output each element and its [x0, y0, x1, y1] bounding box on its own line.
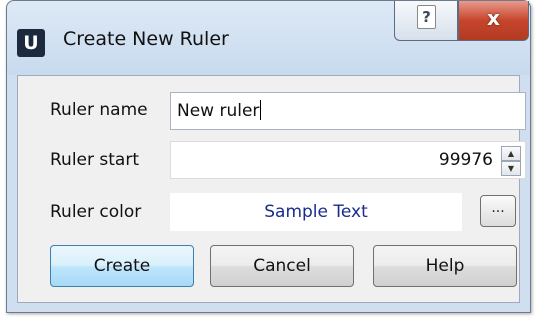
dialog-title: Create New Ruler [63, 28, 229, 50]
cancel-button[interactable]: Cancel [210, 245, 354, 287]
ruler-name-input[interactable]: New ruler [170, 92, 526, 130]
choose-color-button[interactable]: ... [480, 195, 516, 227]
ruler-color-label: Ruler color [50, 202, 142, 222]
ruler-name-value: New ruler [177, 101, 260, 121]
ruler-start-label: Ruler start [50, 150, 139, 170]
spin-up-icon[interactable]: ▲ [501, 146, 521, 161]
text-caret [260, 100, 262, 120]
color-sample-text: Sample Text [170, 193, 462, 231]
ruler-name-label: Ruler name [50, 100, 148, 120]
create-button[interactable]: Create [50, 245, 194, 287]
spin-buttons: ▲ ▼ [501, 146, 521, 176]
close-icon: x [487, 6, 500, 30]
question-mark-icon: ? [417, 5, 436, 29]
close-button[interactable]: x [458, 1, 529, 41]
create-new-ruler-dialog: U Create New Ruler ? x Ruler name New ru… [6, 0, 531, 313]
context-help-button[interactable]: ? [394, 1, 458, 41]
ruler-start-value: 99976 [438, 150, 493, 170]
dialog-body: Ruler name New ruler Ruler start 99976 ▲… [17, 75, 526, 303]
spin-down-icon[interactable]: ▼ [501, 161, 521, 176]
title-bar: U Create New Ruler ? x [7, 1, 530, 75]
app-icon: U [17, 29, 45, 57]
help-button[interactable]: Help [373, 245, 517, 287]
ruler-start-spinbox[interactable]: 99976 ▲ ▼ [170, 141, 526, 179]
